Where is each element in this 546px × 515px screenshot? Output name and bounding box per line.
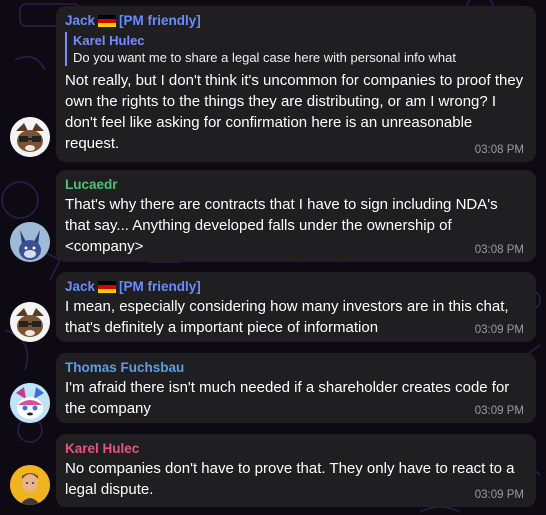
message-bubble[interactable]: Jack [PM friendly] I mean, especially co… [56, 272, 536, 342]
author-name[interactable]: Jack [PM friendly] [65, 12, 526, 30]
author-name[interactable]: Jack [PM friendly] [65, 278, 526, 296]
message-time: 03:09 PM [474, 324, 524, 336]
message-bubble[interactable]: Karel Hulec No companies don't have to p… [56, 434, 536, 507]
message-time: 03:09 PM [474, 489, 524, 501]
message-text: No companies don't have to prove that. T… [65, 460, 515, 498]
message-bubble[interactable]: Thomas Fuchsbau I'm afraid there isn't m… [56, 353, 536, 423]
author-name[interactable]: Karel Hulec [65, 440, 526, 458]
germany-flag-icon [98, 281, 117, 293]
avatar[interactable] [10, 222, 50, 262]
message-bubble[interactable]: Jack [PM friendly] Karel Hulec Do you wa… [56, 6, 536, 162]
author-name[interactable]: Lucaedr [65, 176, 526, 194]
germany-flag-icon [98, 15, 117, 27]
message-text: Not really, but I don't think it's uncom… [65, 72, 524, 152]
reply-author: Karel Hulec [73, 33, 145, 48]
message-text: I'm afraid there isn't much needed if a … [65, 379, 510, 417]
reply-quote[interactable]: Karel Hulec Do you want me to share a le… [65, 32, 526, 66]
author-name[interactable]: Thomas Fuchsbau [65, 359, 526, 377]
message-text: That's why there are contracts that I ha… [65, 196, 498, 255]
avatar[interactable] [10, 383, 50, 423]
reply-text: Do you want me to share a legal case her… [73, 50, 456, 65]
message-time: 03:09 PM [474, 405, 524, 417]
avatar[interactable] [10, 117, 50, 157]
message-bubble[interactable]: Lucaedr That's why there are contracts t… [56, 170, 536, 262]
message-time: 03:08 PM [474, 144, 524, 156]
message-text: I mean, especially considering how many … [65, 298, 509, 336]
avatar[interactable] [10, 302, 50, 342]
message-time: 03:08 PM [474, 244, 524, 256]
avatar[interactable] [10, 465, 50, 505]
